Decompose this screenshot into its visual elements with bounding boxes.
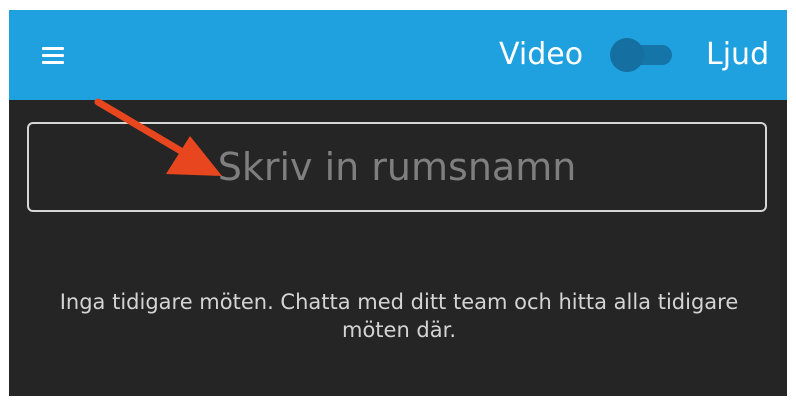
menu-line — [42, 54, 64, 57]
app-bar: Video Ljud — [9, 10, 787, 100]
video-label: Video — [499, 37, 584, 72]
audio-label: Ljud — [706, 37, 770, 72]
menu-line — [42, 47, 64, 50]
app-screen: Video Ljud Inga tidigare möten. Chatta m… — [9, 10, 787, 396]
toggle-thumb — [610, 38, 644, 72]
video-audio-toggle[interactable] — [610, 38, 674, 72]
hamburger-menu-icon[interactable] — [35, 40, 71, 70]
empty-state-message: Inga tidigare möten. Chatta med ditt tea… — [59, 290, 739, 342]
menu-line — [42, 61, 64, 64]
room-name-input[interactable] — [27, 122, 767, 212]
